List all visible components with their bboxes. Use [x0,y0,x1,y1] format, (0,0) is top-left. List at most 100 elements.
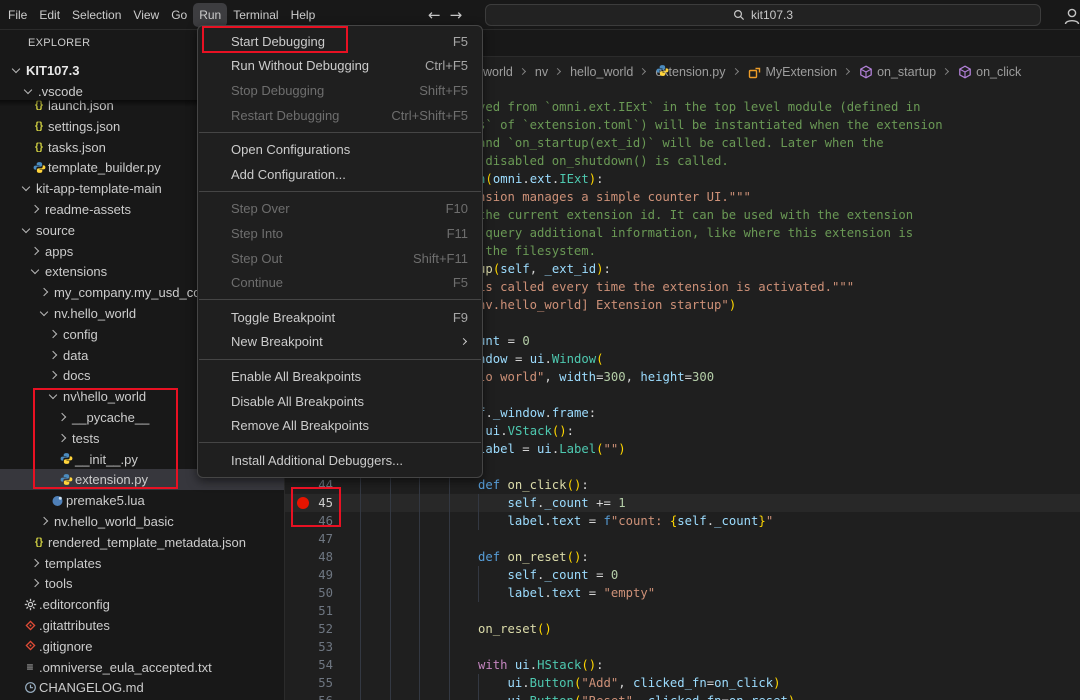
code-line-53[interactable]: 53 [285,638,1080,656]
sidebar-item-gitignore[interactable]: .gitignore [0,636,285,657]
indent-guide [449,638,450,656]
menu-item-remove-all-breakpoints[interactable]: Remove All Breakpoints [198,413,482,438]
menu-item-stop-debugging: Stop DebuggingShift+F5 [198,78,482,103]
account-icon[interactable] [1062,6,1080,26]
menubar-item-help[interactable]: Help [285,3,322,27]
code-line-50[interactable]: 50 label.text = "empty" [285,584,1080,602]
breadcrumb-item-on-startup[interactable]: on_startup [859,65,936,79]
line-number[interactable]: 53 [285,638,333,656]
code-text: ui.Button("Add", clicked_fn=on_click) [360,674,781,692]
sidebar-item-label: .omniverse_eula_accepted.txt [39,659,212,676]
menu-item-install-additional-debuggers[interactable]: Install Additional Debuggers... [198,448,482,473]
sidebar-item-templates[interactable]: templates [0,553,285,574]
menubar-item-view[interactable]: View [127,3,165,27]
sidebar-item-tools[interactable]: tools [0,573,285,594]
breadcrumb-item-label: world [483,65,513,79]
code-line-56[interactable]: 56 ui.Button("Reset", clicked_fn=on_rese… [285,692,1080,700]
menubar-item-terminal[interactable]: Terminal [227,3,284,27]
sidebar-item-label: my_company.my_usd_comp [54,284,219,301]
breadcrumb-item-label: hello_world [570,65,633,79]
menubar-item-go[interactable]: Go [165,3,193,27]
menu-item-label: Stop Debugging [231,83,324,98]
menu-item-new-breakpoint[interactable]: New Breakpoint [198,330,482,355]
code-line-48[interactable]: 48 def on_reset(): [285,548,1080,566]
breadcrumb-item-world[interactable]: world [483,65,513,79]
sidebar-item-rendered-template-metadata-json[interactable]: {}rendered_template_metadata.json [0,532,285,553]
menu-item-shortcut: Ctrl+Shift+F5 [391,108,468,123]
line-number[interactable]: 51 [285,602,333,620]
line-number[interactable]: 56 [285,692,333,700]
sidebar-item-label: .gitattributes [39,617,110,634]
code-line-54[interactable]: 54 with ui.HStack(): [285,656,1080,674]
menu-item-label: Install Additional Debuggers... [231,453,403,468]
breadcrumb-item-label: on_startup [877,65,936,79]
back-arrow-icon[interactable]: ← [428,6,441,24]
code-line-45[interactable]: 45 self._count += 1 [285,494,1080,512]
menu-item-label: Disable All Breakpoints [231,394,364,409]
txt-file-icon: ≡ [23,660,37,674]
chevron-down-icon [22,225,30,233]
code-line-51[interactable]: 51 [285,602,1080,620]
code-line-52[interactable]: 52 on_reset() [285,620,1080,638]
line-number[interactable]: 48 [285,548,333,566]
sidebar-item-label: KIT107.3 [26,62,79,79]
menu-item-toggle-breakpoint[interactable]: Toggle BreakpointF9 [198,305,482,330]
menu-item-label: Step Over [231,201,290,216]
menu-item-enable-all-breakpoints[interactable]: Enable All Breakpoints [198,364,482,389]
code-text: ui.Button("Reset", clicked_fn=on_reset) [360,692,795,700]
code-text: def on_reset(): [360,548,589,566]
menubar-item-edit[interactable]: Edit [33,3,66,27]
code-line-47[interactable]: 47 [285,530,1080,548]
indent-guide [360,602,361,620]
sidebar-item-editorconfig[interactable]: .editorconfig [0,594,285,615]
code-line-44[interactable]: 44 def on_click(): [285,476,1080,494]
line-number[interactable]: 49 [285,566,333,584]
line-number[interactable]: 54 [285,656,333,674]
breadcrumb-item-extension-py[interactable]: extension.py [655,65,725,79]
code-line-55[interactable]: 55 ui.Button("Add", clicked_fn=on_click) [285,674,1080,692]
code-text: self._count = 0 [360,566,618,584]
sidebar-item-changelog-md[interactable]: CHANGELOG.md [0,677,285,698]
menubar-item-file[interactable]: File [2,3,33,27]
line-number[interactable]: 50 [285,584,333,602]
breadcrumb-item-myextension[interactable]: MyExtension [748,65,838,79]
menubar-item-run[interactable]: Run [193,3,227,27]
menu-separator [199,299,481,300]
menu-item-add-configuration[interactable]: Add Configuration... [198,162,482,187]
line-number[interactable]: 47 [285,530,333,548]
menu-separator [199,359,481,360]
menu-item-disable-all-breakpoints[interactable]: Disable All Breakpoints [198,389,482,414]
menubar-item-selection[interactable]: Selection [66,3,127,27]
sidebar-item-gitattributes[interactable]: .gitattributes [0,615,285,636]
menu-item-open-configurations[interactable]: Open Configurations [198,137,482,162]
sidebar-item-premake5-lua[interactable]: premake5.lua [0,490,285,511]
json-file-icon: {} [32,535,46,549]
sidebar-item-label: data [63,347,88,364]
menu-separator [199,191,481,192]
line-number[interactable]: 55 [285,674,333,692]
menu-separator [199,442,481,443]
breadcrumb-item-hello-world[interactable]: hello_world [570,65,633,79]
command-center-search[interactable]: kit107.3 [485,4,1041,26]
line-number[interactable]: 52 [285,620,333,638]
sidebar-item-omniverse-eula-accepted-txt[interactable]: ≡.omniverse_eula_accepted.txt [0,657,285,678]
code-line-49[interactable]: 49 self._count = 0 [285,566,1080,584]
menu-item-run-without-debugging[interactable]: Run Without DebuggingCtrl+F5 [198,54,482,79]
code-text: on_reset() [360,620,552,638]
breadcrumb-item-label: MyExtension [766,65,838,79]
menu-item-label: Open Configurations [231,142,350,157]
run-menu-dropdown: Start DebuggingF5Run Without DebuggingCt… [197,25,483,478]
code-text: label.text = f"count: {self._count}" [360,512,773,530]
forward-arrow-icon[interactable]: → [450,6,463,24]
menu-item-label: Add Configuration... [231,167,346,182]
menu-item-continue: ContinueF5 [198,270,482,295]
menu-item-step-out: Step OutShift+F11 [198,246,482,271]
indent-guide [419,638,420,656]
sidebar-item-nv-hello-world-basic[interactable]: nv.hello_world_basic [0,511,285,532]
breadcrumb-item-on-click[interactable]: on_click [958,65,1021,79]
sidebar-item-label: rendered_template_metadata.json [48,534,246,551]
breadcrumb-item-nv[interactable]: nv [535,65,548,79]
menu-separator [199,132,481,133]
code-line-46[interactable]: 46 label.text = f"count: {self._count}" [285,512,1080,530]
chevron-down-icon [24,86,32,94]
